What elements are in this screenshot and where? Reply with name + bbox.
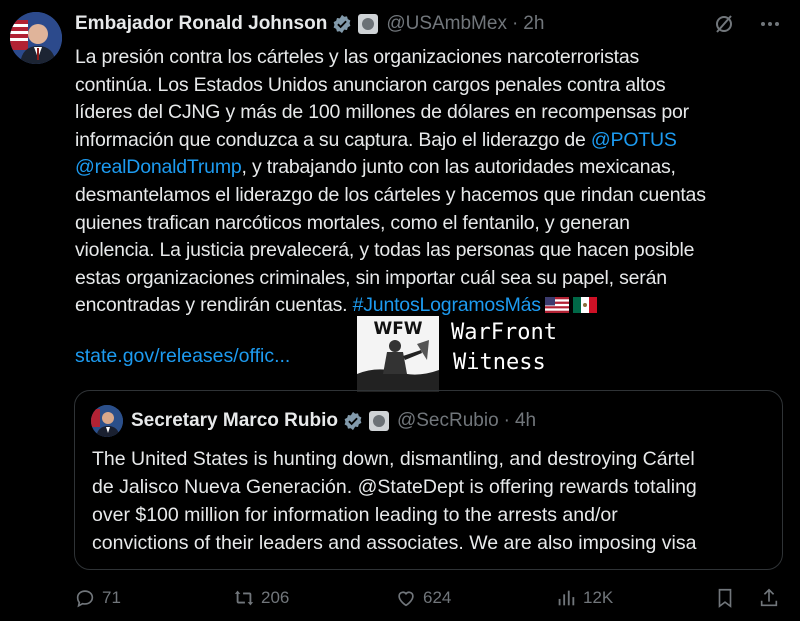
bookmark-button[interactable] [714,587,742,609]
quoted-header: Secretary Marco Rubio @SecRubio · 4h [131,407,536,435]
share-button[interactable] [758,587,786,609]
like-count: 624 [423,588,452,607]
tweet-line: estas organizaciones criminales, sin imp… [75,266,667,289]
quoted-line: de Jalisco Nueva Generación. @StateDept … [92,476,697,498]
government-seal-icon [368,411,389,431]
views-button[interactable]: 12K [555,587,613,609]
separator-dot: · [511,13,519,34]
retweet-button[interactable]: 206 [233,587,289,609]
quoted-author-handle[interactable]: @SecRubio [397,410,499,432]
grok-icon[interactable] [712,12,736,36]
quoted-time[interactable]: 4h [515,410,536,432]
more-icon[interactable] [758,12,782,36]
tweet-text-span: , y trabajando junto con las autoridades… [241,156,676,179]
quoted-line: The United States is hunting down, disma… [92,448,695,470]
tweet-line: violencia. La justicia prevalecerá, y to… [75,239,695,262]
tweet-line: líderes del CJNG y más de 100 millones d… [75,101,689,124]
warfront-witness-logo: WFW [357,316,439,392]
watermark-text: WarFront Witness [451,318,557,378]
tweet-line: @realDonaldTrump, y trabajando junto con… [75,154,785,182]
watermark-line1: WarFront [451,320,557,345]
quoted-author-name[interactable]: Secretary Marco Rubio [131,410,338,432]
quoted-line: over $100 million for information leadin… [92,504,618,526]
tweet-line: información que conduzca a su captura. B… [75,127,785,155]
quoted-tweet[interactable]: Secretary Marco Rubio @SecRubio · 4h The… [74,390,783,570]
watermark-logo-text: WFW [373,319,422,339]
us-flag-icon [544,294,569,314]
author-name[interactable]: Embajador Ronald Johnson [75,13,327,35]
author-handle[interactable]: @USAmbMex [386,13,507,35]
mention-potus-link[interactable]: @POTUS [591,129,677,151]
bookmark-icon [718,588,732,608]
tweet-line: La presión contra los cárteles y las org… [75,46,640,68]
quoted-author-avatar[interactable] [91,405,123,437]
mexico-flag-icon [572,294,597,314]
tweet-text: La presión contra los cárteles y las org… [75,44,785,320]
reply-count: 71 [102,588,121,607]
views-count: 12K [583,588,614,607]
reply-icon [76,590,94,608]
mention-realdonaldtrump-link[interactable]: @realDonaldTrump [75,156,242,178]
share-icon [760,588,778,607]
separator-dot: · [503,410,510,431]
tweet-line: continúa. Los Estados Unidos anunciaron … [75,73,666,96]
quoted-text: The United States is hunting down, disma… [92,445,772,557]
tweet-time[interactable]: 2h [523,13,544,35]
verified-icon [343,411,363,431]
like-icon [398,591,414,607]
watermark-line2: Witness [453,350,546,375]
retweet-count: 206 [261,588,290,607]
tweet-text-span: encontradas y rendirán cuentas. [75,294,353,317]
like-button[interactable]: 624 [395,587,451,609]
tweet-header: Embajador Ronald Johnson @USAmbMex · 2h [75,9,544,39]
article-link[interactable]: state.gov/releases/offic... [75,345,290,368]
hashtag-link[interactable]: #JuntosLogramosMás [353,294,541,316]
government-seal-icon [358,14,379,34]
author-avatar[interactable] [10,12,62,64]
reply-button[interactable]: 71 [74,587,121,609]
action-bar: 71 206 624 12K [74,587,786,613]
verified-icon [332,14,352,34]
retweet-icon [234,590,254,606]
quoted-line: convictions of their leaders and associa… [92,532,697,554]
views-icon [558,590,575,606]
tweet-text-span: información que conduzca a su captura. B… [75,128,591,151]
top-right-icons [712,12,782,36]
tweet-line: quienes trafican narcóticos mortales, co… [75,211,630,234]
tweet-line: desmantelamos el liderazgo de los cártel… [75,183,706,206]
